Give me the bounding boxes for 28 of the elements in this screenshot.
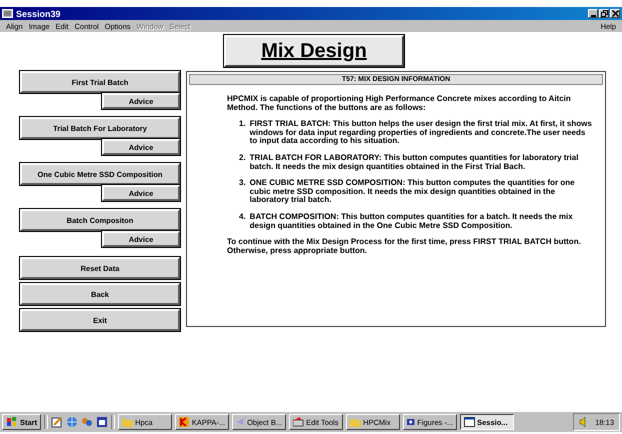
item-description: FIRST TRIAL BATCH: This button helps the user design the first trial mix. At first, it shows windows for data input regarding properties of ingredients and concrete.The user needs to input data according to his situation. <box>250 120 593 146</box>
minimize-button[interactable] <box>588 9 598 18</box>
item-number: 4. <box>239 212 246 223</box>
item-description: ONE CUBIC METRE SSD COMPOSITION: This button computes the quantities for one cubic metre SSD composition. It needs the mix design quantities obtained in the laboratory trial batch. <box>250 179 576 205</box>
close-button[interactable] <box>610 9 620 18</box>
restore-button[interactable] <box>599 9 609 18</box>
restore-icon <box>600 10 608 17</box>
close-icon <box>612 10 618 17</box>
item-number: 1. <box>239 120 246 130</box>
window-icon <box>464 417 476 427</box>
folder-icon <box>350 417 362 427</box>
page-heading: Mix Design <box>224 35 404 67</box>
intro-paragraph: HPCMIX is capable of proportioning High Performance Concrete mixes according to Aitcin Method. The functions of the buttons are as follows: <box>227 95 572 112</box>
item-number: 3. <box>239 179 246 190</box>
item-number: 2. <box>239 154 246 164</box>
folder-icon <box>122 417 134 427</box>
closing-paragraph: To continue with the Mix Design Process for the first time, press FIRST TRIAL BATCH button. Otherwise, press appropriate button. <box>227 238 582 256</box>
letter-k-icon <box>179 417 190 427</box>
image-icon <box>407 417 416 427</box>
document-icon[interactable] <box>96 416 108 428</box>
item-description: TRIAL BATCH FOR LABORATORY: This button computes quantities for laboratory trial batch. It needs the mix design quantities obtained in the First Trial Bach. <box>250 154 580 172</box>
pencil-icon[interactable] <box>51 416 64 428</box>
flag-icon <box>6 417 18 427</box>
triangle-icon <box>236 417 246 427</box>
window-icon <box>2 9 13 18</box>
item-description: BATCH COMPOSITION: This button computes quantities for a batch. It needs the mix design quantities obtained in the One Cubic Metre SSD Composition. <box>250 212 574 230</box>
toolbox-icon <box>293 417 304 427</box>
window-title: Session39 <box>16 8 61 18</box>
